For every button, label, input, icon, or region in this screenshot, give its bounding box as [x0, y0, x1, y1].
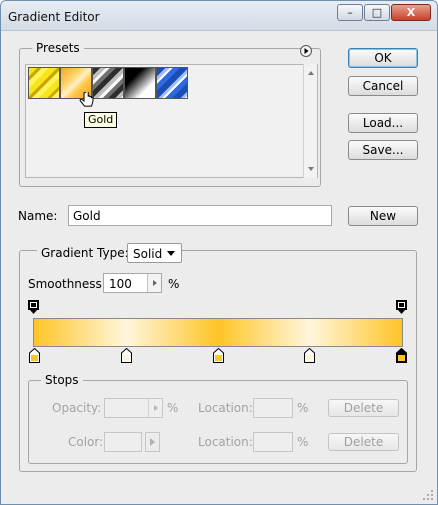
smoothness-unit: % [168, 277, 180, 291]
color-location-input[interactable] [253, 432, 293, 452]
gradient-bar[interactable] [33, 318, 403, 347]
color-stop-4-icon[interactable] [304, 348, 315, 363]
stops-label: Stops [41, 373, 83, 387]
preset-swatch-black-white[interactable] [124, 67, 156, 99]
stops-group [28, 380, 408, 464]
load-button[interactable]: Load... [348, 113, 418, 133]
close-button[interactable]: X [391, 4, 431, 21]
opacity-location-input[interactable] [253, 398, 293, 418]
color-stop-2-icon[interactable] [121, 348, 132, 363]
presets-menu-button[interactable] [300, 45, 312, 57]
opacity-stop-right-icon[interactable] [396, 300, 407, 315]
ok-button[interactable]: OK [348, 48, 418, 68]
opacity-location-unit: % [297, 401, 309, 415]
smoothness-label: Smoothness: [28, 277, 106, 291]
opacity-input[interactable] [104, 398, 163, 418]
color-swatch-input[interactable] [104, 432, 142, 452]
gradient-editor-window: Gradient Editor – □ X Presets Gold OK Ca… [0, 0, 438, 505]
new-button[interactable]: New [348, 206, 418, 226]
opacity-label: Opacity: [52, 401, 102, 415]
color-stop-5-icon[interactable] [396, 348, 407, 363]
maximize-button[interactable]: □ [364, 4, 390, 21]
close-icon: X [406, 6, 416, 19]
cancel-label: Cancel [362, 79, 404, 93]
opacity-location-label: Location: [198, 401, 253, 415]
smoothness-value: 100 [109, 277, 132, 291]
smoothness-stepper[interactable] [147, 274, 161, 292]
preset-swatch-silver[interactable] [92, 67, 124, 99]
window-title: Gradient Editor [8, 10, 100, 24]
color-label: Color: [68, 435, 104, 449]
save-button[interactable]: Save... [348, 140, 418, 160]
opacity-stop-left-icon[interactable] [28, 300, 39, 315]
presets-label: Presets [32, 41, 84, 55]
color-delete-label: Delete [343, 435, 384, 449]
tooltip: Gold [84, 112, 118, 128]
minimize-button[interactable]: – [337, 4, 363, 21]
scroll-down-icon[interactable] [304, 164, 318, 174]
gradient-type-value: Solid [133, 247, 163, 261]
minimize-icon: – [347, 6, 353, 19]
arrow-right-icon [150, 438, 155, 446]
color-delete-button[interactable]: Delete [328, 433, 399, 451]
color-location-label: Location: [198, 435, 253, 449]
arrow-right-icon [153, 280, 157, 286]
triangle-right-icon [304, 48, 309, 54]
ok-label: OK [374, 51, 392, 65]
title-bar[interactable]: Gradient Editor – □ X [1, 1, 437, 31]
presets-scrollbar[interactable] [303, 64, 317, 178]
load-label: Load... [362, 116, 404, 130]
opacity-unit: % [167, 401, 179, 415]
name-label: Name: [18, 209, 58, 223]
scroll-up-icon[interactable] [304, 68, 318, 78]
tooltip-text: Gold [88, 113, 114, 126]
preset-swatch-blue[interactable] [156, 67, 188, 99]
gradient-type-label: Gradient Type: [37, 246, 133, 260]
smoothness-input[interactable]: 100 [103, 273, 162, 293]
color-stop-3-icon[interactable] [213, 348, 224, 363]
opacity-delete-label: Delete [343, 401, 384, 415]
name-value: Gold [73, 209, 101, 223]
maximize-icon: □ [371, 6, 383, 19]
cancel-button[interactable]: Cancel [348, 76, 418, 96]
name-field[interactable]: Gold [68, 205, 332, 226]
color-menu-button[interactable] [145, 432, 160, 452]
chevron-down-icon [167, 251, 175, 256]
save-label: Save... [362, 143, 404, 157]
resize-grip-icon[interactable] [422, 489, 434, 501]
opacity-delete-button[interactable]: Delete [328, 399, 399, 417]
color-stop-1-icon[interactable] [29, 348, 40, 363]
gradient-type-select[interactable]: Solid [127, 243, 182, 263]
new-label: New [369, 209, 397, 223]
preset-swatch-yellow[interactable] [28, 67, 60, 99]
opacity-stepper[interactable] [148, 399, 162, 417]
color-location-unit: % [297, 435, 309, 449]
hand-cursor-icon [79, 92, 94, 107]
arrow-right-icon [154, 405, 158, 411]
